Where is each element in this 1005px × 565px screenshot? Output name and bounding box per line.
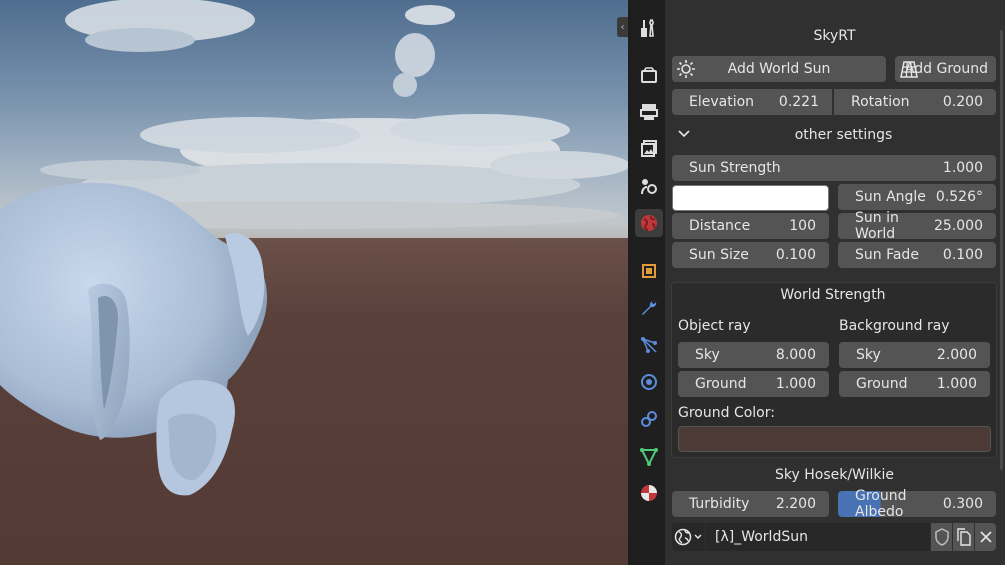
3d-viewport[interactable]: ‹ xyxy=(0,0,628,565)
modifier-icon[interactable] xyxy=(635,294,663,322)
rotation-field[interactable]: Rotation 0.200 xyxy=(834,89,996,115)
sun-angle-field[interactable]: Sun Angle 0.526° xyxy=(838,184,996,210)
object-sky-value: 8.000 xyxy=(775,347,816,363)
panel-scrollbar[interactable] xyxy=(1000,30,1003,470)
sun-fade-label: Sun Fade xyxy=(855,247,919,263)
sun-strength-label: Sun Strength xyxy=(689,160,781,176)
sun-icon xyxy=(676,59,696,83)
material-icon[interactable] xyxy=(635,479,663,507)
particles-icon[interactable] xyxy=(635,331,663,359)
add-ground-button[interactable]: Add Ground xyxy=(895,56,996,82)
rotation-label: Rotation xyxy=(851,94,910,110)
world-name-text: [λ]_WorldSun xyxy=(715,529,808,545)
world-icon[interactable] xyxy=(635,209,663,237)
distance-label: Distance xyxy=(689,218,751,234)
ground-color-label: Ground Color: xyxy=(678,405,775,421)
sun-angle-label: Sun Angle xyxy=(855,189,926,205)
grid-icon xyxy=(899,59,919,83)
background-ground-label: Ground xyxy=(856,376,908,392)
object-sky-label: Sky xyxy=(695,347,720,363)
sun-in-world-label: Sun in World xyxy=(855,210,899,242)
sun-size-field[interactable]: Sun Size 0.100 xyxy=(672,242,829,268)
sun-size-value: 0.100 xyxy=(775,247,816,263)
properties-tabs xyxy=(631,0,665,565)
sun-strength-field[interactable]: Sun Strength 1.000 xyxy=(672,155,996,181)
sun-strength-value: 1.000 xyxy=(942,160,983,176)
sun-in-world-value: 25.000 xyxy=(934,218,983,234)
elevation-field[interactable]: Elevation 0.221 xyxy=(672,89,832,115)
add-world-sun-button[interactable]: Add World Sun xyxy=(672,56,886,82)
rotation-value: 0.200 xyxy=(942,94,983,110)
sun-color-swatch[interactable] xyxy=(672,185,829,211)
ground-albedo-label: Ground Albedo xyxy=(855,488,907,520)
tool-icon[interactable] xyxy=(635,14,663,42)
background-ground-field[interactable]: Ground 1.000 xyxy=(839,371,990,397)
sun-size-label: Sun Size xyxy=(689,247,749,263)
physics-icon[interactable] xyxy=(635,368,663,396)
sun-in-world-field[interactable]: Sun in World 25.000 xyxy=(838,210,996,242)
sidebar-toggle-arrow[interactable]: ‹ xyxy=(617,17,628,37)
constraints-icon[interactable] xyxy=(635,405,663,433)
turbidity-value: 2.200 xyxy=(775,496,816,512)
sun-fade-field[interactable]: Sun Fade 0.100 xyxy=(838,242,996,268)
background-sky-value: 2.000 xyxy=(936,347,977,363)
world-name-field[interactable]: [λ]_WorldSun xyxy=(706,523,930,551)
ground-albedo-value: 0.300 xyxy=(942,496,983,512)
turbidity-label: Turbidity xyxy=(689,496,750,512)
elevation-label: Elevation xyxy=(689,94,755,110)
world-browse-dropdown[interactable] xyxy=(672,523,705,551)
scene-icon[interactable] xyxy=(635,172,663,200)
elevation-value: 0.221 xyxy=(778,94,819,110)
panel-title: SkyRT xyxy=(813,28,856,44)
object-ground-field[interactable]: Ground 1.000 xyxy=(678,371,829,397)
add-world-sun-label: Add World Sun xyxy=(727,61,831,77)
duplicate-icon[interactable] xyxy=(953,523,974,551)
world-globe-icon xyxy=(674,528,701,546)
object-sky-field[interactable]: Sky 8.000 xyxy=(678,342,829,368)
object-icon[interactable] xyxy=(635,257,663,285)
world-datablock-selector: [λ]_WorldSun xyxy=(672,523,997,551)
background-ray-label: Background ray xyxy=(839,318,950,334)
sun-fade-value: 0.100 xyxy=(942,247,983,263)
turbidity-field[interactable]: Turbidity 2.200 xyxy=(672,491,829,517)
object-ground-value: 1.000 xyxy=(775,376,816,392)
object-ground-label: Ground xyxy=(695,376,747,392)
output-icon[interactable] xyxy=(635,98,663,126)
distance-value: 100 xyxy=(789,218,816,234)
unlink-close-icon[interactable] xyxy=(975,523,996,551)
background-ground-value: 1.000 xyxy=(936,376,977,392)
object-ray-label: Object ray xyxy=(678,318,751,334)
ground-color-swatch[interactable] xyxy=(678,426,991,452)
view-layer-icon[interactable] xyxy=(635,135,663,163)
distance-field[interactable]: Distance 100 xyxy=(672,213,829,239)
scene-render xyxy=(0,0,628,496)
other-settings-header[interactable]: other settings xyxy=(690,127,997,143)
render-icon[interactable] xyxy=(635,61,663,89)
data-icon[interactable] xyxy=(635,442,663,470)
sun-angle-value: 0.526° xyxy=(935,189,983,205)
background-sky-label: Sky xyxy=(856,347,881,363)
ground-albedo-field[interactable]: Ground Albedo 0.300 xyxy=(838,488,996,520)
world-strength-title: World Strength xyxy=(780,287,886,303)
fake-user-shield-icon[interactable] xyxy=(931,523,952,551)
background-sky-field[interactable]: Sky 2.000 xyxy=(839,342,990,368)
sky-model-title: Sky Hosek/Wilkie xyxy=(775,467,894,483)
monkey-mesh xyxy=(0,182,268,496)
